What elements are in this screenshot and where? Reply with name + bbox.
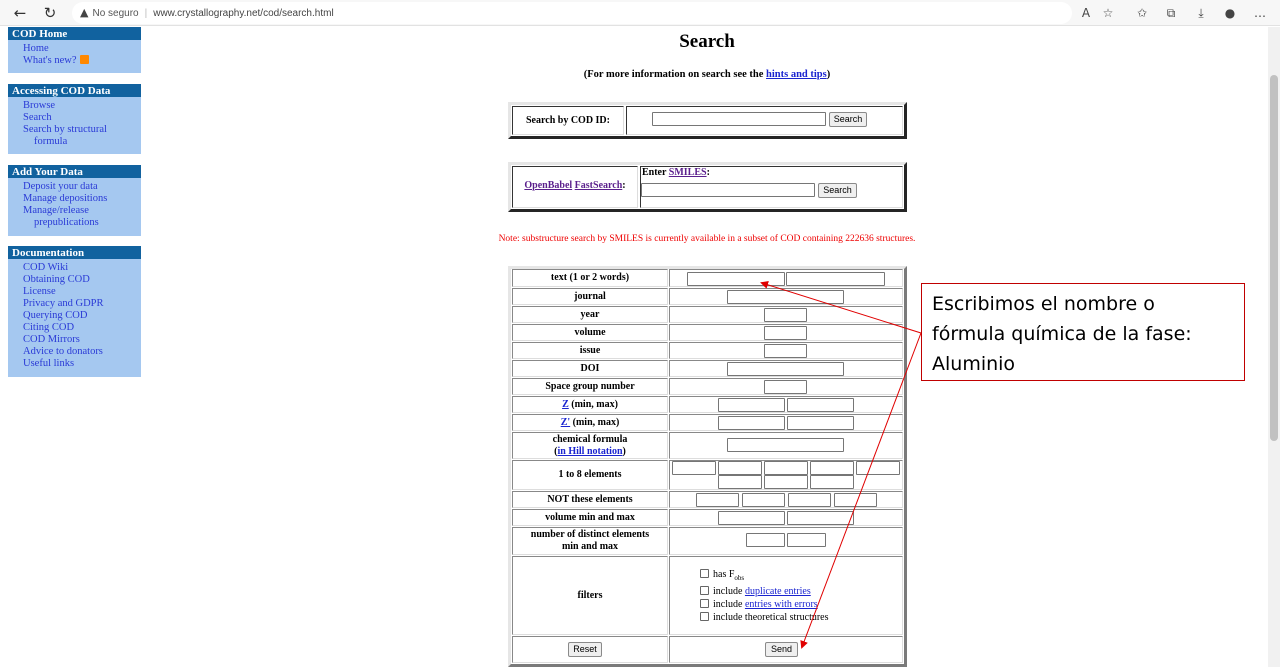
page-scrollbar[interactable]: [1268, 27, 1280, 667]
annotation-callout: Escribimos el nombre o fórmula química d…: [921, 283, 1245, 381]
arrow-to-text-input: [760, 280, 922, 334]
scrollbar-thumb[interactable]: [1270, 75, 1278, 441]
arrow-to-send-button: [800, 332, 922, 649]
